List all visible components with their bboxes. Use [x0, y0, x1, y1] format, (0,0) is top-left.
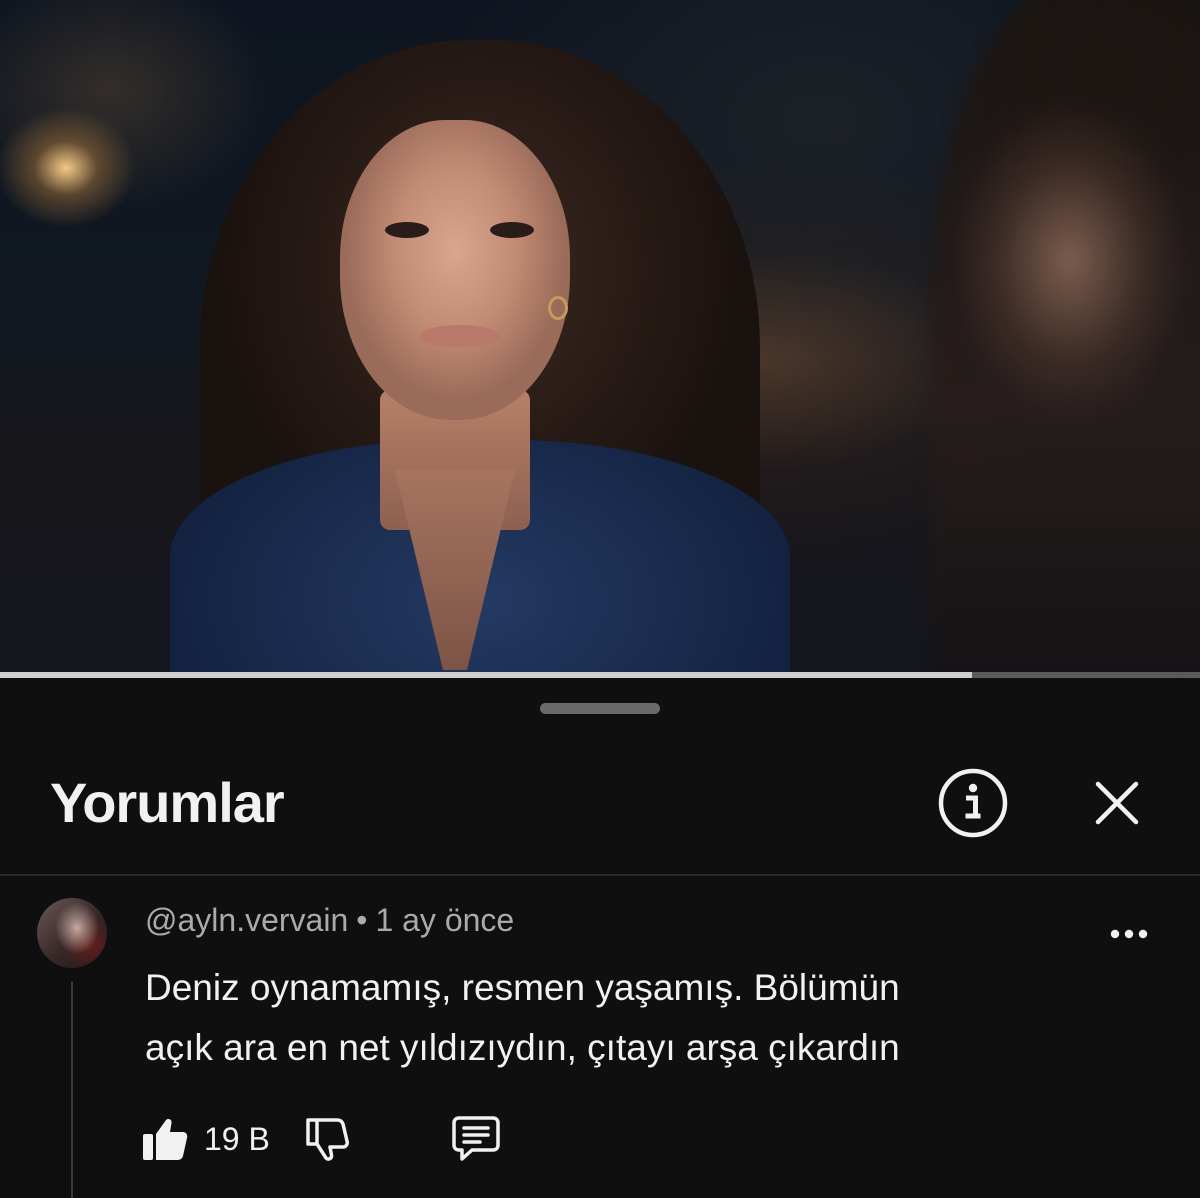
video-subject-face: [340, 120, 570, 420]
app-screen: Yorumlar @ayln.vervain • 1 ay önce Deniz…: [0, 0, 1200, 1198]
header-divider: [0, 874, 1200, 876]
info-button[interactable]: [936, 766, 1010, 840]
comment-text: Deniz oynamamış, resmen yaşamış. Bölümün…: [145, 958, 1085, 1078]
comment-author[interactable]: @ayln.vervain: [145, 902, 348, 938]
info-circle-icon: [938, 768, 1008, 838]
more-horizontal-icon: [1110, 929, 1148, 939]
thumbs-down-outline-icon: [306, 1118, 349, 1161]
comment-actions: 19 B: [140, 1114, 502, 1164]
comments-sheet: Yorumlar @ayln.vervain • 1 ay önce Deniz…: [0, 678, 1200, 1198]
drag-handle[interactable]: [540, 703, 660, 714]
video-player[interactable]: [0, 0, 1200, 672]
video-foreground-figure: [930, 0, 1200, 672]
video-subject-eye: [490, 222, 534, 238]
like-button[interactable]: 19 B: [140, 1115, 270, 1163]
close-button[interactable]: [1080, 766, 1154, 840]
video-subject-lips: [420, 325, 500, 347]
comment-more-button[interactable]: [1100, 914, 1158, 954]
comment-time: 1 ay önce: [375, 902, 515, 938]
comment-text-line: Deniz oynamamış, resmen yaşamış. Bölümün: [145, 967, 900, 1008]
video-subject-eye: [385, 222, 429, 238]
thread-line: [71, 982, 73, 1198]
meta-separator: •: [356, 902, 368, 938]
reply-button[interactable]: [450, 1114, 502, 1164]
comment-text-line: açık ara en net yıldızıydın, çıtayı arşa…: [145, 1027, 900, 1068]
comments-title: Yorumlar: [50, 771, 285, 834]
dislike-button[interactable]: [304, 1115, 352, 1163]
comment-meta: @ayln.vervain • 1 ay önce: [145, 902, 514, 939]
like-count: 19 B: [204, 1120, 270, 1157]
close-icon: [1095, 781, 1139, 825]
thumbs-up-filled-icon: [143, 1119, 188, 1160]
video-subject-earring: [548, 296, 568, 320]
comment-reply-icon: [452, 1116, 500, 1161]
avatar[interactable]: [37, 898, 107, 968]
